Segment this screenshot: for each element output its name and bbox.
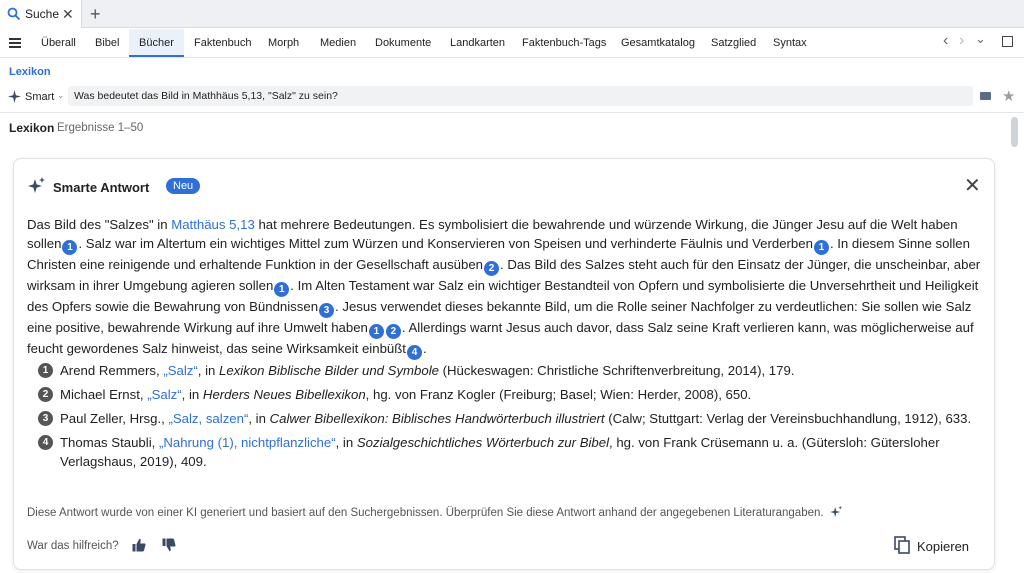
search-mode-selector[interactable]: Smart: [25, 91, 54, 103]
answer-text: Das Bild des "Salzes" in Matthäus 5,13 h…: [27, 215, 982, 360]
citation-marker[interactable]: 4: [406, 345, 422, 360]
list-item: 2 Michael Ernst, „Salz“, in Herders Neues…: [38, 385, 978, 404]
search-icon: [7, 7, 21, 21]
smart-answer-card: Smarte Antwort Neu ✕ Das Bild des "Salze…: [13, 158, 995, 570]
reference-number: 1: [38, 363, 53, 378]
citation-marker[interactable]: 1: [813, 240, 829, 255]
scrollbar[interactable]: [1011, 117, 1018, 147]
tab-satzglied[interactable]: Satzglied: [711, 29, 756, 57]
list-item: 1 Arend Remmers, „Salz“, in Lexikon Bibli…: [38, 361, 978, 380]
resource-nav-bar: Überall Bibel Bücher Faktenbuch Morph Me…: [0, 29, 1024, 58]
copy-button[interactable]: Kopieren: [917, 539, 969, 554]
disclaimer-text: Diese Antwort wurde von einer KI generie…: [27, 507, 824, 519]
reference-work: Calwer Bibellexikon: Biblisches Handwört…: [269, 411, 605, 426]
reference-text: , hg. von Franz Kogler (Freiburg; Basel;…: [365, 387, 752, 402]
reference-author: Thomas Staubli,: [60, 435, 159, 450]
reference-work: Herders Neues Bibellexikon: [202, 387, 366, 402]
tab-buecher[interactable]: Bücher: [129, 29, 184, 57]
citation-marker[interactable]: 1: [62, 240, 78, 255]
verse-link[interactable]: Matthäus 5,13: [171, 217, 255, 232]
reference-text: , in: [197, 363, 220, 378]
tab-close-icon[interactable]: ✕: [62, 6, 74, 22]
citation-marker[interactable]: 2: [484, 261, 499, 276]
results-count: Ergebnisse 1–50: [57, 122, 144, 134]
reference-link[interactable]: „Salz“: [147, 387, 181, 402]
scroll-left-icon[interactable]: ‹: [943, 32, 948, 50]
tab-bibel[interactable]: Bibel: [95, 29, 119, 57]
tab-strip: Suche ✕ +: [0, 0, 1024, 28]
list-item: 3 Paul Zeller, Hrsg., „Salz, salzen“, in …: [38, 409, 978, 428]
card-title: Smarte Antwort: [53, 180, 150, 195]
reference-number: 2: [38, 387, 53, 402]
reference-link[interactable]: „Salz, salzen“: [168, 411, 248, 426]
reference-author: Michael Ernst,: [60, 387, 148, 402]
sparkle-icon: [28, 177, 45, 193]
chevron-down-icon[interactable]: ⌄: [57, 90, 65, 101]
citation-marker[interactable]: 1: [274, 282, 290, 297]
tab-gesamtkatalog[interactable]: Gesamtkatalog: [621, 29, 695, 57]
keyboard-icon[interactable]: [980, 92, 991, 100]
reference-text: (Hückeswagen: Christliche Schriftenverbr…: [438, 363, 795, 378]
tab-ueberall[interactable]: Überall: [41, 29, 76, 57]
list-item: 4 Thomas Staubli, „Nahrung (1), nichtpfla…: [38, 433, 978, 471]
ai-disclaimer: Diese Antwort wurde von einer KI generie…: [27, 506, 842, 519]
scroll-right-icon[interactable]: ›: [959, 32, 964, 50]
new-badge: Neu: [166, 178, 201, 194]
citation-marker[interactable]: 3: [319, 303, 335, 318]
tab-faktenbuch-tags[interactable]: Faktenbuch-Tags: [522, 29, 606, 57]
new-tab-button[interactable]: +: [90, 4, 101, 24]
reference-text: , in: [335, 435, 357, 450]
sparkle-icon: [829, 506, 842, 518]
reference-work: Sozialgeschichtliches Wörterbuch zur Bib…: [356, 435, 610, 450]
citation-marker[interactable]: 1: [368, 324, 384, 339]
tab-landkarten[interactable]: Landkarten: [450, 29, 505, 57]
reference-number: 3: [38, 411, 53, 426]
search-input[interactable]: Was bedeutet das Bild in Mathhäus 5,13, …: [68, 86, 973, 106]
close-icon[interactable]: ✕: [964, 176, 981, 196]
search-row: Smart ⌄ Was bedeutet das Bild in Mathhäu…: [0, 86, 1024, 108]
results-title: Lexikon: [9, 121, 55, 135]
copy-icon[interactable]: [894, 536, 910, 554]
window-icon[interactable]: [1002, 36, 1013, 47]
thumbs-down-icon[interactable]: [162, 538, 176, 552]
tab-syntax[interactable]: Syntax: [773, 29, 807, 57]
tab-title: Suche: [25, 7, 60, 21]
tab-faktenbuch[interactable]: Faktenbuch: [194, 29, 251, 57]
reference-text: (Calw; Stuttgart: Verlag der Vereinsbuch…: [604, 411, 972, 426]
tab-morph[interactable]: Morph: [268, 29, 299, 57]
sparkle-icon: [8, 90, 21, 103]
menu-icon[interactable]: [9, 38, 21, 48]
tab-medien[interactable]: Medien: [320, 29, 356, 57]
reference-text: , in: [248, 411, 270, 426]
tab-dokumente[interactable]: Dokumente: [375, 29, 431, 57]
chevron-down-icon[interactable]: ⌄: [975, 31, 986, 47]
answer-segment: Das Bild des "Salzes" in: [27, 217, 172, 232]
reference-author: Arend Remmers,: [60, 363, 164, 378]
thumbs-up-icon[interactable]: [132, 538, 146, 552]
citation-marker[interactable]: 2: [385, 324, 401, 339]
reference-work: Lexikon Biblische Bilder und Symbole: [219, 363, 439, 378]
reference-list: 1 Arend Remmers, „Salz“, in Lexikon Bibli…: [38, 361, 978, 476]
answer-segment: .: [422, 341, 427, 356]
reference-text: , in: [181, 387, 203, 402]
reference-number: 4: [38, 435, 53, 450]
feedback-prompt: War das hilfreich?: [27, 540, 119, 552]
divider: [0, 112, 1024, 113]
breadcrumb[interactable]: Lexikon: [9, 66, 51, 78]
reference-link[interactable]: „Salz“: [163, 363, 197, 378]
star-icon[interactable]: ★: [1002, 87, 1015, 105]
reference-link[interactable]: „Nahrung (1), nichtpflanzliche“: [159, 435, 336, 450]
reference-author: Paul Zeller, Hrsg.,: [60, 411, 169, 426]
answer-segment: . Salz war im Altertum ein wichtiges Mit…: [78, 236, 813, 251]
